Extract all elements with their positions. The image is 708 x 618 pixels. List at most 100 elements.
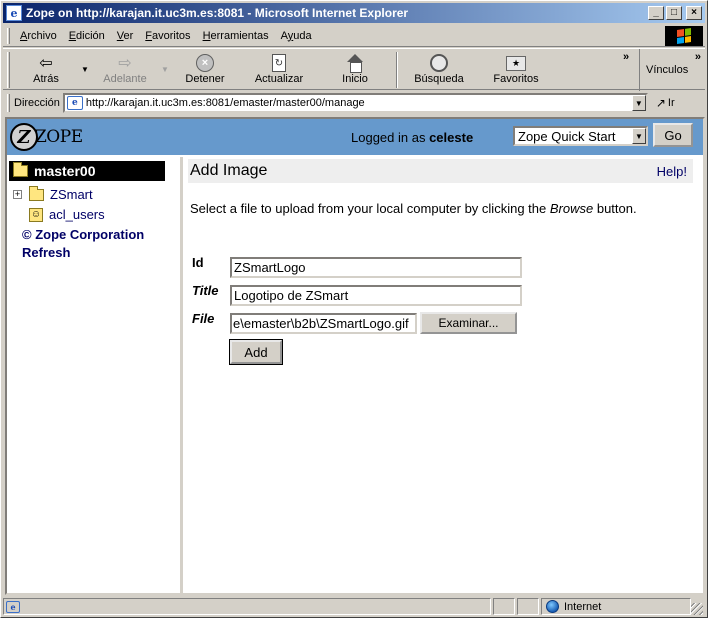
- address-url: http://karajan.it.uc3m.es:8081/emaster/m…: [85, 97, 365, 109]
- ie-app-icon[interactable]: e: [6, 5, 22, 21]
- menu-herramientas[interactable]: Herramientas: [197, 30, 275, 42]
- search-label: Búsqueda: [414, 73, 464, 85]
- folder-icon: [13, 162, 28, 177]
- file-field[interactable]: e\emaster\b2b\ZSmartLogo.gif: [230, 313, 417, 334]
- internet-globe-icon: [546, 600, 559, 613]
- zope-logo-text: ZOPE: [35, 127, 83, 147]
- browse-button[interactable]: Examinar...: [420, 312, 517, 334]
- refresh-label: Actualizar: [254, 73, 304, 85]
- toolbar-overflow-chevron-icon[interactable]: »: [623, 51, 629, 63]
- security-zone-pane[interactable]: Internet: [541, 598, 691, 615]
- refresh-button[interactable]: ↻ Actualizar: [238, 49, 320, 89]
- page-viewport: Z ZOPE Logged in as celeste Zope Quick S…: [5, 117, 705, 595]
- menu-archivo[interactable]: Archivo: [14, 30, 63, 42]
- menu-ayuda[interactable]: Ayuda: [275, 30, 318, 42]
- status-bar: e Internet: [3, 597, 705, 616]
- stop-label: Detener: [185, 73, 225, 85]
- tree-root-item[interactable]: master00: [9, 161, 165, 181]
- minimize-icon: _: [653, 7, 659, 18]
- go-label: Ir: [667, 97, 675, 109]
- forward-button[interactable]: ⇨ Adelante: [92, 49, 158, 89]
- status-text-pane: e: [3, 598, 491, 615]
- folder-icon: [29, 185, 44, 201]
- user-folder-icon: ☺: [29, 207, 43, 222]
- refresh-icon: ↻: [272, 54, 286, 72]
- menu-ver[interactable]: Ver: [111, 30, 140, 42]
- file-label: File: [192, 311, 215, 326]
- title-bar[interactable]: e Zope on http://karajan.it.uc3m.es:8081…: [3, 3, 705, 23]
- forward-arrow-icon: ⇨: [118, 55, 132, 72]
- add-button[interactable]: Add: [229, 339, 283, 365]
- back-dropdown-button[interactable]: ▼: [78, 49, 92, 74]
- quick-start-selected: Zope Quick Start: [518, 128, 616, 144]
- toolbar-grip[interactable]: [7, 52, 10, 88]
- address-dropdown-button[interactable]: ▼: [631, 95, 646, 111]
- window-title: Zope on http://karajan.it.uc3m.es:8081 -…: [26, 6, 409, 20]
- title-field[interactable]: Logotipo de ZSmart: [230, 285, 522, 306]
- links-chevron-icon[interactable]: »: [695, 51, 701, 63]
- menu-bar: Archivo Edición Ver Favoritos Herramient…: [3, 25, 705, 47]
- minimize-button[interactable]: _: [648, 6, 664, 20]
- logged-in-status: Logged in as celeste: [351, 130, 474, 145]
- addressbar-grip[interactable]: [7, 94, 10, 112]
- id-label: Id: [192, 255, 204, 270]
- back-button[interactable]: ⇦ Atrás: [14, 49, 78, 89]
- address-label: Dirección: [14, 97, 60, 109]
- intro-text: Select a file to upload from your local …: [190, 201, 637, 216]
- home-button[interactable]: Inicio: [320, 49, 390, 89]
- home-label: Inicio: [342, 73, 368, 85]
- stop-button[interactable]: × Detener: [172, 49, 238, 89]
- maximize-icon: □: [670, 7, 678, 18]
- favorites-button[interactable]: ★ Favoritos: [474, 49, 558, 89]
- windows-logo-icon: [677, 28, 691, 44]
- zope-logo-icon: Z: [10, 123, 38, 151]
- menu-favoritos[interactable]: Favoritos: [139, 30, 196, 42]
- page-title: Add Image: [190, 162, 268, 179]
- navigation-tree-frame: master00 + ZSmart ☺ acl_users © Zope Cor…: [7, 157, 183, 593]
- stop-icon: ×: [196, 54, 214, 72]
- copyright-link[interactable]: © Zope Corporation: [22, 227, 144, 242]
- standard-toolbar: ⇦ Atrás ▼ ⇨ Adelante ▼ × Detener ↻ Actua…: [3, 48, 705, 91]
- quick-start-go-button[interactable]: Go: [653, 123, 693, 147]
- close-icon: ×: [691, 7, 697, 18]
- quick-start-select[interactable]: Zope Quick Start ▼: [513, 126, 648, 146]
- refresh-link[interactable]: Refresh: [22, 245, 70, 260]
- search-button[interactable]: Búsqueda: [404, 49, 474, 89]
- go-button[interactable]: ↗ Ir: [656, 96, 675, 110]
- address-bar: Dirección e http://karajan.it.uc3m.es:80…: [3, 92, 705, 114]
- main-content-frame: Add Image Help! Select a file to upload …: [186, 157, 703, 593]
- maximize-button[interactable]: □: [666, 6, 682, 20]
- back-arrow-icon: ⇦: [39, 55, 53, 72]
- close-button[interactable]: ×: [686, 6, 702, 20]
- resize-grip-icon[interactable]: [691, 603, 703, 615]
- address-input[interactable]: e http://karajan.it.uc3m.es:8081/emaster…: [62, 93, 648, 113]
- forward-label: Adelante: [103, 73, 147, 85]
- browser-window: e Zope on http://karajan.it.uc3m.es:8081…: [0, 0, 708, 618]
- expand-icon[interactable]: +: [13, 190, 22, 199]
- chevron-down-icon[interactable]: ▼: [632, 128, 646, 144]
- forward-dropdown-button[interactable]: ▼: [158, 49, 172, 74]
- home-icon: [346, 54, 364, 73]
- help-link[interactable]: Help!: [657, 164, 687, 179]
- tree-item-label: ZSmart: [50, 187, 93, 202]
- tree-item-zsmart[interactable]: + ZSmart: [13, 185, 93, 202]
- tree-item-label: acl_users: [49, 207, 105, 222]
- section-header: Add Image Help!: [188, 159, 693, 183]
- toolbar-separator: [396, 52, 398, 88]
- tree-item-acl-users[interactable]: ☺ acl_users: [29, 207, 105, 222]
- back-label: Atrás: [33, 73, 59, 85]
- favorites-icon: ★: [506, 55, 526, 71]
- links-label: Vínculos: [646, 64, 689, 76]
- links-toolbar[interactable]: Vínculos »: [639, 49, 705, 91]
- status-pane-lock: [517, 598, 539, 615]
- zope-logo[interactable]: Z ZOPE: [10, 123, 83, 151]
- tree-root-label: master00: [34, 163, 96, 179]
- windows-throbber-icon: [665, 26, 703, 46]
- status-pane-progress: [493, 598, 515, 615]
- security-zone-label: Internet: [564, 600, 602, 613]
- menu-edicion[interactable]: Edición: [63, 30, 111, 42]
- menubar-grip[interactable]: [7, 27, 10, 44]
- search-icon: [430, 54, 448, 72]
- favorites-label: Favoritos: [493, 73, 539, 85]
- id-field[interactable]: ZSmartLogo: [230, 257, 522, 278]
